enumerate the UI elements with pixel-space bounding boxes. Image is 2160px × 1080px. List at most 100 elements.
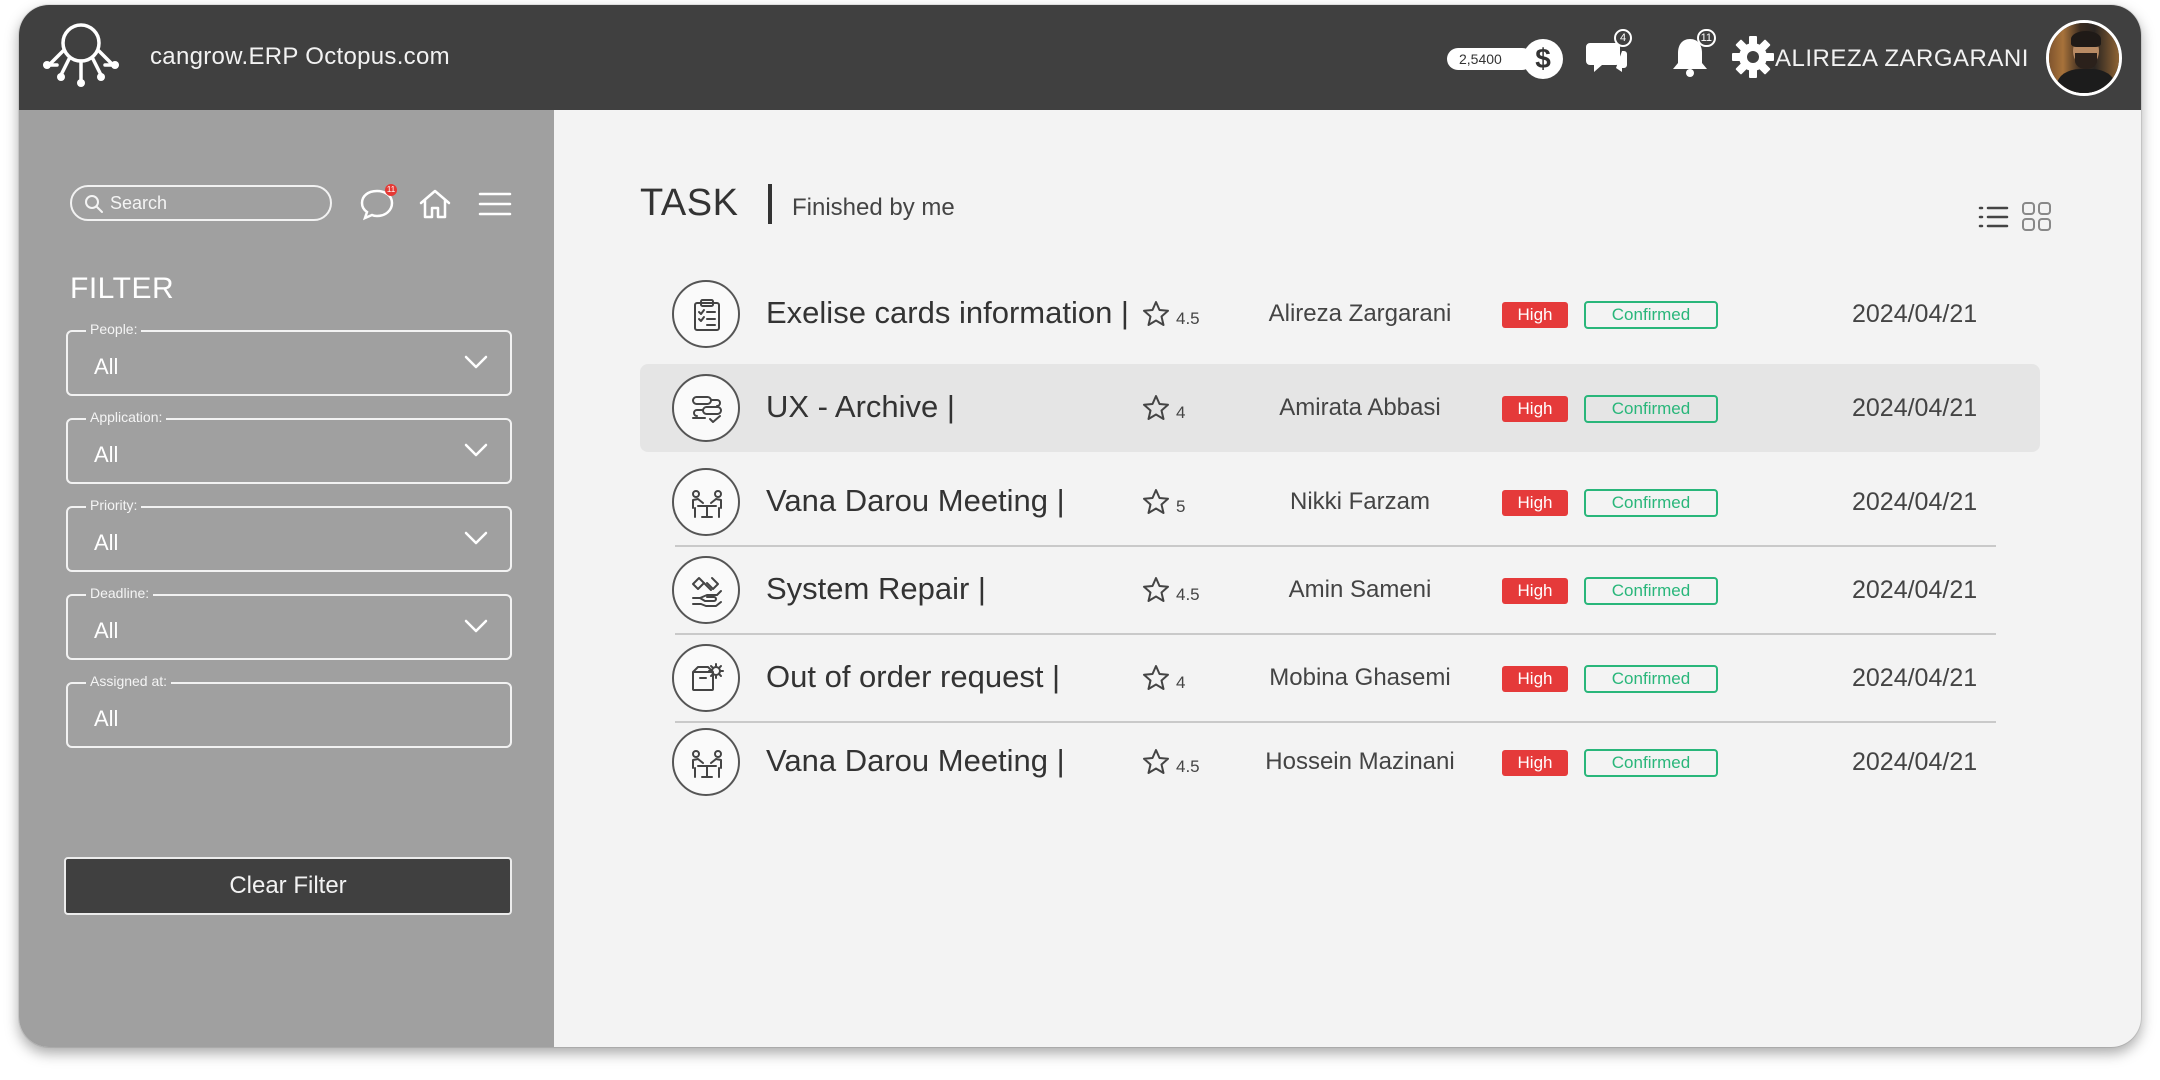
status-badge: Confirmed bbox=[1584, 489, 1718, 517]
task-date: 2024/04/21 bbox=[1852, 300, 1978, 328]
avatar[interactable] bbox=[2046, 20, 2122, 96]
wallet-balance[interactable]: 2,5400 $ bbox=[1447, 39, 1563, 79]
priority-badge: High bbox=[1502, 578, 1568, 604]
top-bar: cangrow.ERP Octopus.com 2,5400 $ 4 11 AL… bbox=[19, 5, 2141, 110]
priority-badge: High bbox=[1502, 490, 1568, 516]
deadline-filter-label: Deadline: bbox=[86, 585, 154, 601]
title-separator bbox=[768, 184, 772, 224]
task-person: Alireza Zargarani bbox=[1268, 300, 1452, 327]
star-icon bbox=[1143, 301, 1169, 326]
star-icon bbox=[1143, 577, 1169, 602]
task-row[interactable]: System Repair | 4.5 Amin Sameni High Con… bbox=[640, 546, 2040, 635]
task-row[interactable]: Vana Darou Meeting | 5 Nikki Farzam High… bbox=[640, 458, 2040, 547]
notifications-button[interactable]: 11 bbox=[1668, 29, 1716, 79]
rating-value: 4.5 bbox=[1176, 757, 1200, 776]
task-row[interactable]: UX - Archive | 4 Amirata Abbasi High Con… bbox=[640, 364, 2040, 452]
deadline-filter-value: All bbox=[94, 618, 119, 643]
assigned-at-filter-label: Assigned at: bbox=[86, 673, 172, 689]
workflow-icon bbox=[692, 396, 722, 423]
home-icon bbox=[419, 189, 451, 219]
rating-value: 4 bbox=[1176, 673, 1186, 692]
page-title: TASK bbox=[640, 182, 739, 224]
status-badge: Confirmed bbox=[1584, 665, 1718, 693]
status-badge: Confirmed bbox=[1584, 301, 1718, 329]
task-icon bbox=[672, 374, 740, 442]
task-title: Vana Darou Meeting | bbox=[766, 483, 1065, 518]
page-subtitle: Finished by me bbox=[792, 194, 955, 221]
task-title: Vana Darou Meeting | bbox=[766, 743, 1065, 778]
search-box[interactable] bbox=[70, 185, 332, 221]
task-icon bbox=[672, 280, 740, 348]
task-icon bbox=[672, 556, 740, 624]
chevron-down-icon bbox=[464, 443, 488, 457]
task-date: 2024/04/21 bbox=[1852, 664, 1978, 692]
grid-view-icon[interactable] bbox=[2020, 200, 2054, 234]
home-button[interactable] bbox=[417, 186, 453, 222]
meeting-icon bbox=[692, 490, 722, 518]
task-person: Mobina Ghasemi bbox=[1269, 664, 1451, 691]
star-icon bbox=[1143, 489, 1169, 514]
task-row[interactable]: Exelise cards information | 4.5 Alireza … bbox=[640, 270, 2040, 358]
filter-sidebar: 11 FILTER People: All Application: All P… bbox=[19, 110, 554, 1047]
octopus-logo-icon[interactable] bbox=[39, 15, 123, 99]
request-icon bbox=[692, 663, 724, 691]
task-icon bbox=[672, 644, 740, 712]
filter-title: FILTER bbox=[70, 272, 175, 305]
rating-value: 4.5 bbox=[1176, 309, 1200, 328]
star-icon bbox=[1143, 665, 1169, 690]
priority-filter-label: Priority: bbox=[86, 497, 142, 513]
chevron-down-icon bbox=[464, 619, 488, 633]
priority-filter-value: All bbox=[94, 530, 119, 555]
deadline-filter[interactable]: Deadline: All bbox=[66, 585, 512, 660]
task-person: Nikki Farzam bbox=[1289, 488, 1430, 515]
rating-value: 4.5 bbox=[1176, 585, 1200, 604]
task-title: Out of order request | bbox=[766, 659, 1061, 694]
star-icon bbox=[1143, 395, 1169, 420]
chat-badge: 11 bbox=[385, 184, 397, 196]
messages-button[interactable]: 4 bbox=[1584, 29, 1632, 79]
task-icon bbox=[672, 728, 740, 796]
menu-button[interactable] bbox=[477, 186, 513, 222]
task-title: Exelise cards information | bbox=[766, 295, 1129, 330]
status-badge: Confirmed bbox=[1584, 395, 1718, 423]
application-filter-label: Application: bbox=[86, 409, 167, 425]
task-row[interactable]: Out of order request | 4 Mobina Ghasemi … bbox=[640, 634, 2040, 723]
priority-filter[interactable]: Priority: All bbox=[66, 497, 512, 572]
gear-icon bbox=[1732, 36, 1774, 78]
people-filter[interactable]: People: All bbox=[66, 321, 512, 396]
settings-button[interactable] bbox=[1731, 35, 1775, 79]
priority-badge: High bbox=[1502, 750, 1568, 776]
meeting-icon bbox=[692, 750, 722, 778]
chat-button[interactable]: 11 bbox=[359, 184, 397, 222]
application-filter[interactable]: Application: All bbox=[66, 409, 512, 484]
dollar-icon: $ bbox=[1523, 39, 1563, 79]
rating-value: 5 bbox=[1176, 497, 1186, 516]
priority-badge: High bbox=[1502, 302, 1568, 328]
assigned-at-filter[interactable]: Assigned at: All bbox=[66, 673, 512, 748]
app-window: cangrow.ERP Octopus.com 2,5400 $ 4 11 AL… bbox=[19, 5, 2141, 1047]
user-name[interactable]: ALIREZA ZARGARANI bbox=[1775, 45, 2029, 73]
coin-amount: 2,5400 bbox=[1447, 48, 1533, 70]
list-view-icon[interactable] bbox=[1976, 200, 2010, 234]
repair-icon bbox=[692, 577, 722, 607]
clear-filter-button[interactable]: Clear Filter bbox=[64, 857, 512, 915]
clipboard-icon bbox=[694, 299, 720, 331]
task-title: System Repair | bbox=[766, 571, 986, 606]
priority-badge: High bbox=[1502, 666, 1568, 692]
application-filter-value: All bbox=[94, 442, 119, 467]
main-content: TASK Finished by me Exelise cards inform… bbox=[554, 110, 2141, 1047]
search-input[interactable] bbox=[110, 191, 320, 215]
assigned-at-filter-value: All bbox=[94, 706, 119, 731]
task-date: 2024/04/21 bbox=[1852, 748, 1978, 776]
site-title[interactable]: cangrow.ERP Octopus.com bbox=[150, 43, 450, 71]
rating-value: 4 bbox=[1176, 403, 1186, 422]
people-filter-value: All bbox=[94, 354, 119, 379]
task-date: 2024/04/21 bbox=[1852, 488, 1978, 516]
status-badge: Confirmed bbox=[1584, 749, 1718, 777]
task-date: 2024/04/21 bbox=[1852, 576, 1978, 604]
hamburger-menu-icon bbox=[478, 192, 512, 216]
priority-badge: High bbox=[1502, 396, 1568, 422]
task-person: Amirata Abbasi bbox=[1279, 394, 1441, 421]
task-row[interactable]: Vana Darou Meeting | 4.5 Hossein Mazinan… bbox=[640, 718, 2040, 806]
task-person: Hossein Mazinani bbox=[1265, 748, 1455, 775]
